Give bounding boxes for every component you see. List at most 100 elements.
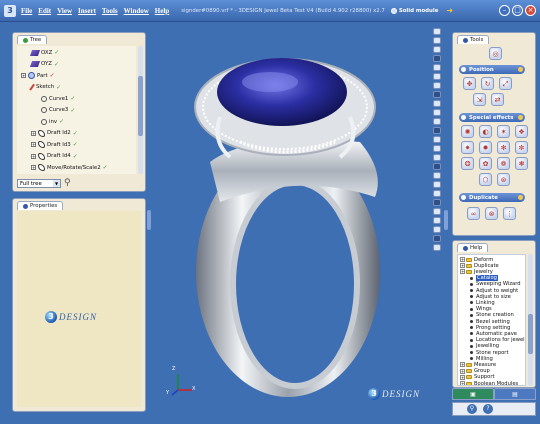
tree-scrollbar-thumb[interactable] xyxy=(138,76,143,136)
deform-tool-icon[interactable]: ✹ xyxy=(479,141,492,154)
info-icon[interactable] xyxy=(433,235,441,242)
tree-item[interactable]: + Move/Rotate/Scale2 ✓ xyxy=(31,163,108,172)
tree-item[interactable]: OXZ ✓ xyxy=(29,48,59,57)
visibility-check-icon[interactable]: ✓ xyxy=(73,141,78,148)
visibility-check-icon[interactable]: ✓ xyxy=(54,49,59,56)
help-question-icon[interactable]: ? xyxy=(483,404,493,414)
mirror-tool-icon[interactable]: ⇄ xyxy=(491,93,504,106)
tree-item[interactable]: + Part ✓ xyxy=(21,71,55,80)
light-icon[interactable] xyxy=(433,163,441,170)
tree-filter-select[interactable]: Full tree ▼ xyxy=(17,178,61,188)
rotate-tool-icon[interactable]: ↻ xyxy=(481,77,494,90)
menu-help[interactable]: Help xyxy=(155,7,169,15)
expand-icon[interactable]: + xyxy=(31,142,36,147)
render-icon[interactable] xyxy=(433,109,441,116)
search-icon[interactable]: ⚲ xyxy=(467,404,477,414)
tree-item[interactable]: OYZ ✓ xyxy=(29,60,59,69)
texture-tool-icon[interactable]: ✿ xyxy=(479,157,492,170)
tree-item[interactable]: inv ✓ xyxy=(41,117,64,126)
visibility-check-icon[interactable]: ✓ xyxy=(70,107,75,114)
tab-tree[interactable]: Tree xyxy=(17,35,48,44)
close-icon[interactable]: × xyxy=(525,5,536,16)
view-side-icon[interactable] xyxy=(433,46,441,53)
menu-tools[interactable]: Tools xyxy=(102,7,118,15)
orbit-icon[interactable] xyxy=(433,100,441,107)
tree-scrollbar[interactable] xyxy=(138,46,143,174)
visibility-check-icon[interactable]: ✓ xyxy=(59,118,64,125)
expand-icon[interactable]: + xyxy=(31,130,36,136)
minimize-icon[interactable]: – xyxy=(499,5,510,16)
wrap-tool-icon[interactable]: ✷ xyxy=(461,141,474,154)
tab-help[interactable]: Help xyxy=(457,243,489,252)
expand-icon[interactable]: + xyxy=(460,269,465,275)
help-tree[interactable]: + Deform + Duplicate + Jewelry Catalog Sweeping… xyxy=(457,254,526,386)
twist-tool-icon[interactable]: ✺ xyxy=(461,125,474,138)
tree-item[interactable]: Sketch ✓ xyxy=(29,83,61,92)
expand-icon[interactable]: + xyxy=(21,73,26,78)
tree-item[interactable]: + Draft Id2 ✓ xyxy=(31,129,78,138)
export-icon[interactable] xyxy=(433,244,441,251)
tree-item[interactable]: + Draft Id3 ✓ xyxy=(31,140,78,149)
expand-icon[interactable]: + xyxy=(460,381,465,385)
filter-icon[interactable]: ⚲ xyxy=(64,178,71,188)
menu-window[interactable]: Window xyxy=(124,7,149,15)
move-tool-icon[interactable]: ✥ xyxy=(463,77,476,90)
zoom-out-icon[interactable] xyxy=(433,73,441,80)
cage-tool-icon[interactable]: ⬡ xyxy=(479,173,492,186)
module-switch-arrow-icon[interactable]: ➜ xyxy=(446,6,453,15)
tree-item[interactable]: Curve3 ✓ xyxy=(41,106,75,115)
magnet-tool-icon[interactable]: ◎ xyxy=(489,47,502,60)
view-top-icon[interactable] xyxy=(433,28,441,35)
layer-icon[interactable] xyxy=(433,190,441,197)
visibility-check-icon[interactable]: ✓ xyxy=(56,84,61,91)
help-scrollbar-thumb[interactable] xyxy=(528,314,533,354)
grid-icon[interactable] xyxy=(433,136,441,143)
projection-tool-icon[interactable]: ⊛ xyxy=(497,173,510,186)
maximize-icon[interactable]: ▢ xyxy=(512,5,523,16)
tree-item[interactable]: + Draft Id4 ✓ xyxy=(31,152,78,161)
zoom-in-icon[interactable] xyxy=(433,64,441,71)
menu-view[interactable]: View xyxy=(57,7,72,15)
zoom-fit-icon[interactable] xyxy=(433,82,441,89)
view-front-icon[interactable] xyxy=(433,37,441,44)
scale-tool-icon[interactable]: ⤢ xyxy=(499,77,512,90)
wireframe-icon[interactable] xyxy=(433,127,441,134)
section-special-effects[interactable]: Special effects xyxy=(459,113,525,122)
visibility-check-icon[interactable]: ✓ xyxy=(73,153,78,160)
tree-view[interactable]: OXZ ✓ OYZ ✓ + Part ✓ Sketch ✓ Curve1 ✓ Curve3 ✓ inv ✓ +… xyxy=(17,46,136,174)
section-duplicate[interactable]: Duplicate xyxy=(459,193,525,202)
menu-file[interactable]: File xyxy=(21,7,32,15)
tab-properties[interactable]: Properties xyxy=(17,201,64,210)
bottom-tab-pages[interactable]: ▤ xyxy=(494,388,536,400)
pattern-tool-icon[interactable]: ❁ xyxy=(497,157,510,170)
tab-tools[interactable]: Tools xyxy=(457,35,490,44)
snap-icon[interactable] xyxy=(433,145,441,152)
view-iso-icon[interactable] xyxy=(433,55,441,62)
menu-insert[interactable]: Insert xyxy=(78,7,96,15)
taper-tool-icon[interactable]: ✶ xyxy=(497,125,510,138)
section-icon[interactable] xyxy=(433,181,441,188)
undo-icon[interactable] xyxy=(433,208,441,215)
measure-icon[interactable] xyxy=(433,154,441,161)
expand-icon[interactable]: + xyxy=(31,165,36,170)
select-icon[interactable] xyxy=(433,199,441,206)
app-logo-icon[interactable]: 3 xyxy=(4,4,16,17)
3d-viewport[interactable]: Z X Y 3 DESIGN xyxy=(150,22,430,424)
solid-module-button[interactable]: Solid module xyxy=(390,7,438,14)
visibility-check-icon[interactable]: ✓ xyxy=(70,95,75,102)
align-tool-icon[interactable]: ⇲ xyxy=(473,93,486,106)
spiral-tool-icon[interactable]: ❂ xyxy=(461,157,474,170)
visibility-check-icon[interactable]: ✓ xyxy=(73,130,78,137)
settings-icon[interactable] xyxy=(433,226,441,233)
right-splitter[interactable] xyxy=(444,210,448,230)
help-scrollbar[interactable] xyxy=(528,254,533,386)
symmetry-duplicate-icon[interactable]: ⊗ xyxy=(485,207,498,220)
section-position[interactable]: Position xyxy=(459,65,525,74)
visibility-check-icon[interactable]: ✓ xyxy=(50,72,55,79)
shading-icon[interactable] xyxy=(433,118,441,125)
bend-tool-icon[interactable]: ◐ xyxy=(479,125,492,138)
expand-icon[interactable]: + xyxy=(31,153,36,159)
menu-edit[interactable]: Edit xyxy=(38,7,51,15)
shell-tool-icon[interactable]: ❖ xyxy=(515,125,528,138)
grid-duplicate-icon[interactable]: ⋮ xyxy=(503,207,516,220)
